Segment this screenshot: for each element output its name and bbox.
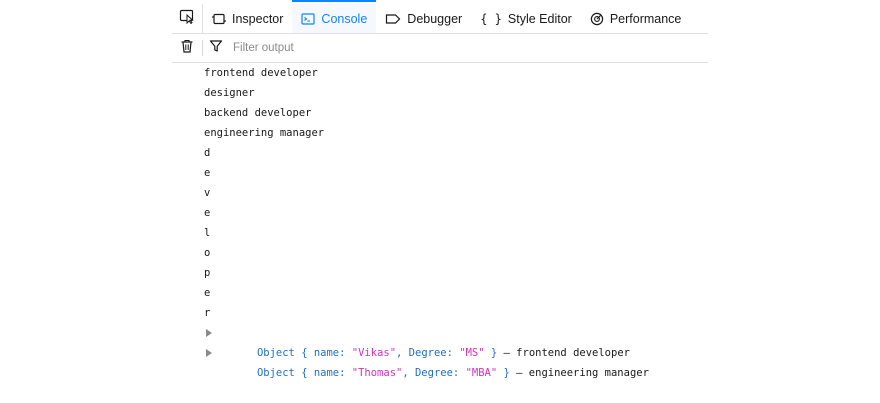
expand-arrow-icon[interactable] — [206, 349, 212, 357]
tab-label: Performance — [609, 11, 682, 26]
element-picker-icon — [179, 8, 195, 29]
devtools-panel: Inspector Console Debugger { } Style Edi… — [172, 0, 708, 379]
funnel-icon — [209, 39, 223, 58]
element-picker-button[interactable] — [172, 4, 203, 33]
console-message: v — [204, 187, 211, 199]
console-filter-bar — [172, 34, 708, 63]
tab-debugger[interactable]: Debugger — [376, 4, 471, 33]
filter-button[interactable] — [203, 39, 229, 58]
console-message: designer — [204, 87, 255, 99]
trash-icon — [180, 39, 194, 58]
console-message: backend developer — [204, 107, 312, 119]
console-message: e — [204, 207, 211, 219]
object-suffix: } — [497, 367, 510, 379]
console-icon — [301, 12, 316, 26]
filter-output-input[interactable] — [229, 42, 537, 54]
tab-label: Debugger — [407, 11, 463, 26]
object-dash: – — [509, 367, 529, 379]
debugger-icon — [385, 12, 401, 26]
object-name-value: "Thomas" — [351, 367, 403, 379]
console-object-message[interactable]: Object { name: "Vikas", Degree: "MS" } –… — [172, 323, 708, 359]
object-mid: , Degree: — [402, 367, 466, 379]
console-message: d — [204, 147, 211, 159]
object-prefix: Object { name: — [256, 367, 352, 379]
tab-inspector[interactable]: Inspector — [203, 4, 292, 33]
console-message: r — [204, 307, 211, 319]
console-message: p — [204, 267, 211, 279]
tab-style-editor[interactable]: { } Style Editor — [471, 4, 581, 33]
console-message: o — [204, 247, 211, 259]
expand-arrow-icon[interactable] — [206, 329, 212, 337]
object-trailing-text: engineering manager — [528, 367, 649, 379]
console-message: engineering manager — [204, 127, 325, 139]
console-message: l — [204, 227, 211, 239]
console-message: frontend developer — [204, 67, 318, 79]
console-object-message[interactable]: Object { name: "Thomas", Degree: "MBA" }… — [172, 343, 708, 379]
devtools-toolbar: Inspector Console Debugger { } Style Edi… — [172, 0, 708, 34]
clear-console-button[interactable] — [172, 39, 202, 58]
console-message: e — [204, 287, 211, 299]
console-message: e — [204, 167, 211, 179]
tab-console[interactable]: Console — [292, 0, 377, 33]
style-editor-icon: { } — [480, 11, 502, 26]
performance-icon — [590, 12, 604, 26]
tab-performance[interactable]: Performance — [581, 4, 691, 33]
tab-label: Style Editor — [507, 11, 572, 26]
inspector-icon — [212, 12, 226, 26]
tab-label: Console — [321, 11, 368, 26]
console-output: frontend developer designer backend deve… — [172, 63, 708, 379]
tab-label: Inspector — [232, 11, 284, 26]
object-degree-value: "MBA" — [465, 367, 498, 379]
